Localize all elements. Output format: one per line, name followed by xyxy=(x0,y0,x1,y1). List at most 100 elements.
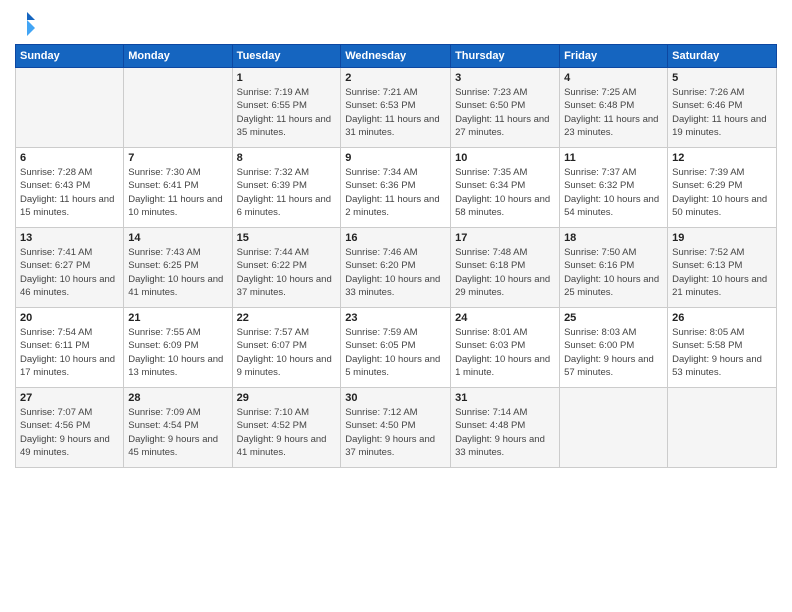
calendar-cell: 14 Sunrise: 7:43 AM Sunset: 6:25 PM Dayli… xyxy=(124,228,232,308)
day-detail: Sunrise: 7:46 AM Sunset: 6:20 PM Dayligh… xyxy=(345,246,446,299)
day-detail: Sunrise: 7:44 AM Sunset: 6:22 PM Dayligh… xyxy=(237,246,337,299)
calendar-cell: 15 Sunrise: 7:44 AM Sunset: 6:22 PM Dayli… xyxy=(232,228,341,308)
day-detail: Sunrise: 7:23 AM Sunset: 6:50 PM Dayligh… xyxy=(455,86,555,139)
calendar-cell: 31 Sunrise: 7:14 AM Sunset: 4:48 PM Dayli… xyxy=(451,388,560,468)
calendar-cell: 1 Sunrise: 7:19 AM Sunset: 6:55 PM Daylig… xyxy=(232,68,341,148)
day-detail: Sunrise: 7:52 AM Sunset: 6:13 PM Dayligh… xyxy=(672,246,772,299)
calendar-cell: 5 Sunrise: 7:26 AM Sunset: 6:46 PM Daylig… xyxy=(668,68,777,148)
day-detail: Sunrise: 7:14 AM Sunset: 4:48 PM Dayligh… xyxy=(455,406,555,459)
calendar-header-row: Sunday Monday Tuesday Wednesday Thursday… xyxy=(16,45,777,68)
calendar-cell: 6Sunrise: 7:28 AM Sunset: 6:43 PM Daylig… xyxy=(16,148,124,228)
day-detail: Sunrise: 8:05 AM Sunset: 5:58 PM Dayligh… xyxy=(672,326,772,379)
day-detail: Sunrise: 7:12 AM Sunset: 4:50 PM Dayligh… xyxy=(345,406,446,459)
day-detail: Sunrise: 7:26 AM Sunset: 6:46 PM Dayligh… xyxy=(672,86,772,139)
day-number: 15 xyxy=(237,232,337,244)
day-detail: Sunrise: 8:01 AM Sunset: 6:03 PM Dayligh… xyxy=(455,326,555,379)
day-number: 9 xyxy=(345,152,446,164)
calendar-cell: 18 Sunrise: 7:50 AM Sunset: 6:16 PM Dayli… xyxy=(560,228,668,308)
day-number: 26 xyxy=(672,312,772,324)
calendar-cell xyxy=(16,68,124,148)
day-number: 11 xyxy=(564,152,663,164)
day-detail: Sunrise: 7:37 AM Sunset: 6:32 PM Dayligh… xyxy=(564,166,663,219)
day-number: 23 xyxy=(345,312,446,324)
day-number: 2 xyxy=(345,72,446,84)
day-number: 4 xyxy=(564,72,663,84)
calendar-cell: 7 Sunrise: 7:30 AM Sunset: 6:41 PM Daylig… xyxy=(124,148,232,228)
day-number: 18 xyxy=(564,232,663,244)
calendar-cell: 20Sunrise: 7:54 AM Sunset: 6:11 PM Dayli… xyxy=(16,308,124,388)
calendar-cell: 25 Sunrise: 8:03 AM Sunset: 6:00 PM Dayli… xyxy=(560,308,668,388)
calendar-cell: 9 Sunrise: 7:34 AM Sunset: 6:36 PM Daylig… xyxy=(341,148,451,228)
calendar-cell: 22 Sunrise: 7:57 AM Sunset: 6:07 PM Dayli… xyxy=(232,308,341,388)
day-number: 12 xyxy=(672,152,772,164)
calendar-week-row-2: 6Sunrise: 7:28 AM Sunset: 6:43 PM Daylig… xyxy=(16,148,777,228)
calendar-cell: 12 Sunrise: 7:39 AM Sunset: 6:29 PM Dayli… xyxy=(668,148,777,228)
day-number: 29 xyxy=(237,392,337,404)
calendar-cell: 10Sunrise: 7:35 AM Sunset: 6:34 PM Dayli… xyxy=(451,148,560,228)
calendar-cell: 29 Sunrise: 7:10 AM Sunset: 4:52 PM Dayli… xyxy=(232,388,341,468)
day-detail: Sunrise: 7:34 AM Sunset: 6:36 PM Dayligh… xyxy=(345,166,446,219)
day-detail: Sunrise: 7:19 AM Sunset: 6:55 PM Dayligh… xyxy=(237,86,337,139)
day-number: 16 xyxy=(345,232,446,244)
day-number: 5 xyxy=(672,72,772,84)
calendar-cell: 27 Sunrise: 7:07 AM Sunset: 4:56 PM Dayli… xyxy=(16,388,124,468)
day-number: 30 xyxy=(345,392,446,404)
calendar-week-row-5: 27 Sunrise: 7:07 AM Sunset: 4:56 PM Dayli… xyxy=(16,388,777,468)
day-number: 22 xyxy=(237,312,337,324)
day-number: 27 xyxy=(20,392,119,404)
calendar-cell: 13 Sunrise: 7:41 AM Sunset: 6:27 PM Dayli… xyxy=(16,228,124,308)
day-detail: Sunrise: 7:43 AM Sunset: 6:25 PM Dayligh… xyxy=(128,246,227,299)
calendar-cell xyxy=(560,388,668,468)
col-tuesday: Tuesday xyxy=(232,45,341,68)
calendar-cell xyxy=(668,388,777,468)
day-detail: Sunrise: 7:59 AM Sunset: 6:05 PM Dayligh… xyxy=(345,326,446,379)
calendar-week-row-3: 13 Sunrise: 7:41 AM Sunset: 6:27 PM Dayli… xyxy=(16,228,777,308)
day-number: 3 xyxy=(455,72,555,84)
col-monday: Monday xyxy=(124,45,232,68)
day-detail: Sunrise: 7:55 AM Sunset: 6:09 PM Dayligh… xyxy=(128,326,227,379)
day-detail: Sunrise: 7:41 AM Sunset: 6:27 PM Dayligh… xyxy=(20,246,119,299)
day-number: 6 xyxy=(20,152,119,164)
day-number: 31 xyxy=(455,392,555,404)
day-number: 7 xyxy=(128,152,227,164)
calendar-week-row-4: 20Sunrise: 7:54 AM Sunset: 6:11 PM Dayli… xyxy=(16,308,777,388)
calendar-cell: 16 Sunrise: 7:46 AM Sunset: 6:20 PM Dayli… xyxy=(341,228,451,308)
col-saturday: Saturday xyxy=(668,45,777,68)
calendar-week-row-1: 1 Sunrise: 7:19 AM Sunset: 6:55 PM Daylig… xyxy=(16,68,777,148)
day-detail: Sunrise: 7:10 AM Sunset: 4:52 PM Dayligh… xyxy=(237,406,337,459)
day-detail: Sunrise: 7:07 AM Sunset: 4:56 PM Dayligh… xyxy=(20,406,119,459)
day-number: 1 xyxy=(237,72,337,84)
calendar-cell: 24 Sunrise: 8:01 AM Sunset: 6:03 PM Dayli… xyxy=(451,308,560,388)
day-number: 24 xyxy=(455,312,555,324)
day-detail: Sunrise: 7:39 AM Sunset: 6:29 PM Dayligh… xyxy=(672,166,772,219)
col-thursday: Thursday xyxy=(451,45,560,68)
day-detail: Sunrise: 7:25 AM Sunset: 6:48 PM Dayligh… xyxy=(564,86,663,139)
calendar-cell: 3 Sunrise: 7:23 AM Sunset: 6:50 PM Daylig… xyxy=(451,68,560,148)
day-detail: Sunrise: 7:57 AM Sunset: 6:07 PM Dayligh… xyxy=(237,326,337,379)
day-number: 8 xyxy=(237,152,337,164)
day-detail: Sunrise: 7:09 AM Sunset: 4:54 PM Dayligh… xyxy=(128,406,227,459)
day-detail: Sunrise: 7:32 AM Sunset: 6:39 PM Dayligh… xyxy=(237,166,337,219)
day-detail: Sunrise: 7:21 AM Sunset: 6:53 PM Dayligh… xyxy=(345,86,446,139)
day-number: 17 xyxy=(455,232,555,244)
calendar-cell: 4 Sunrise: 7:25 AM Sunset: 6:48 PM Daylig… xyxy=(560,68,668,148)
day-number: 14 xyxy=(128,232,227,244)
day-detail: Sunrise: 7:50 AM Sunset: 6:16 PM Dayligh… xyxy=(564,246,663,299)
day-detail: Sunrise: 8:03 AM Sunset: 6:00 PM Dayligh… xyxy=(564,326,663,379)
day-number: 28 xyxy=(128,392,227,404)
col-wednesday: Wednesday xyxy=(341,45,451,68)
calendar-cell: 2 Sunrise: 7:21 AM Sunset: 6:53 PM Daylig… xyxy=(341,68,451,148)
logo-icon xyxy=(17,10,37,38)
calendar-cell: 19 Sunrise: 7:52 AM Sunset: 6:13 PM Dayli… xyxy=(668,228,777,308)
day-detail: Sunrise: 7:30 AM Sunset: 6:41 PM Dayligh… xyxy=(128,166,227,219)
day-detail: Sunrise: 7:48 AM Sunset: 6:18 PM Dayligh… xyxy=(455,246,555,299)
logo xyxy=(15,10,37,38)
day-number: 10 xyxy=(455,152,555,164)
day-number: 19 xyxy=(672,232,772,244)
header xyxy=(15,10,777,38)
day-number: 25 xyxy=(564,312,663,324)
calendar-cell: 21Sunrise: 7:55 AM Sunset: 6:09 PM Dayli… xyxy=(124,308,232,388)
calendar-cell: 26 Sunrise: 8:05 AM Sunset: 5:58 PM Dayli… xyxy=(668,308,777,388)
day-number: 13 xyxy=(20,232,119,244)
day-number: 20 xyxy=(20,312,119,324)
